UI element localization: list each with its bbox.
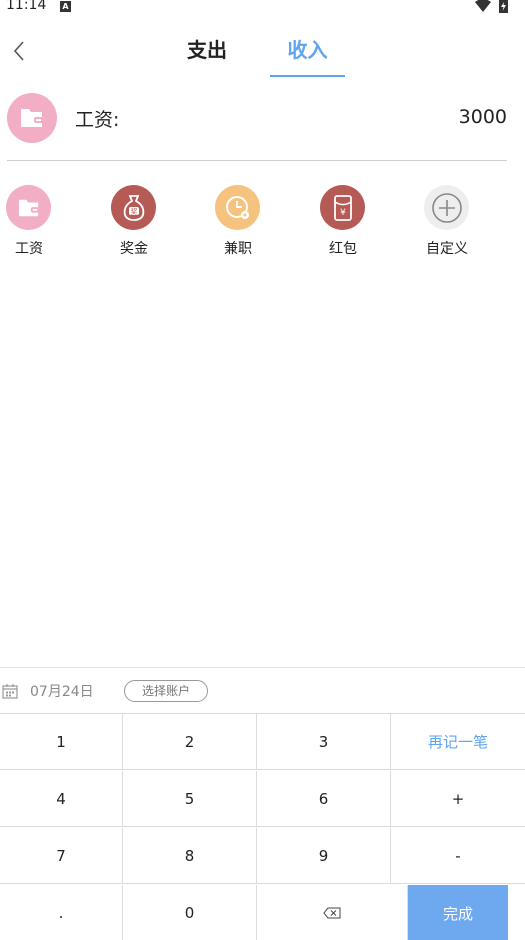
date-picker[interactable]: 07月24日: [2, 680, 94, 702]
calendar-icon: [2, 684, 18, 699]
category-custom[interactable]: 自定义: [412, 185, 482, 261]
status-time: 11:14: [6, 0, 47, 13]
selected-category-label: 工资:: [75, 109, 120, 131]
category-label: 奖金: [120, 241, 148, 257]
category-salary[interactable]: 工资: [0, 185, 64, 261]
key-3[interactable]: 3: [257, 714, 391, 770]
tab-expense[interactable]: 支出: [172, 28, 242, 78]
key-7[interactable]: 7: [0, 828, 123, 884]
tab-income[interactable]: 收入: [270, 28, 345, 78]
red-envelope-icon: ¥: [320, 185, 365, 230]
chevron-left-icon: [13, 41, 24, 61]
keypad: 1 2 3 再记一笔 4 5 6 + 7 8 9 - . 0 完成: [0, 713, 525, 940]
category-red-envelope[interactable]: ¥ 红包: [308, 185, 378, 261]
date-text: 07月24日: [30, 684, 94, 700]
key-dot[interactable]: .: [0, 885, 123, 940]
key-9[interactable]: 9: [257, 828, 391, 884]
done-button[interactable]: 完成: [408, 885, 508, 940]
category-label: 兼职: [224, 241, 252, 257]
svg-text:¥: ¥: [340, 208, 346, 218]
category-label: 红包: [329, 241, 357, 257]
battery-icon: [499, 0, 508, 17]
key-4[interactable]: 4: [0, 771, 123, 827]
tab-income-label: 收入: [287, 38, 328, 62]
tab-expense-label: 支出: [187, 38, 227, 62]
key-8[interactable]: 8: [123, 828, 257, 884]
key-0[interactable]: 0: [123, 885, 257, 940]
category-part-time[interactable]: 兼职: [203, 185, 273, 261]
backspace-icon: [323, 907, 341, 919]
backspace-button[interactable]: [257, 885, 408, 940]
category-label: 自定义: [426, 241, 468, 257]
wallet-icon: [6, 185, 51, 230]
category-label: 工资: [15, 241, 43, 257]
key-1[interactable]: 1: [0, 714, 123, 770]
notification-badge-icon: A: [60, 1, 71, 12]
selected-category-row: 工资: 3000: [0, 90, 525, 150]
key-minus[interactable]: -: [391, 828, 525, 884]
key-plus[interactable]: +: [391, 771, 525, 827]
money-bag-icon: 奖: [111, 185, 156, 230]
record-another-button[interactable]: 再记一笔: [391, 714, 525, 770]
divider: [7, 160, 507, 161]
amount-display: 3000: [458, 106, 507, 128]
back-button[interactable]: [6, 36, 32, 66]
wifi-icon: [475, 0, 491, 17]
plus-circle-icon: [424, 185, 469, 230]
clock-icon: [215, 185, 260, 230]
page: 11:14 A 支出 收入 工资: 3000 工资 奖 奖金 兼职 ¥ 红包 自…: [0, 0, 525, 940]
category-grid: 工资 奖 奖金 兼职 ¥ 红包 自定义: [0, 185, 525, 265]
active-tab-indicator: [270, 75, 345, 77]
input-bar: 07月24日 选择账户: [0, 667, 525, 714]
select-account-button[interactable]: 选择账户: [124, 680, 208, 702]
svg-text:奖: 奖: [130, 207, 137, 216]
key-5[interactable]: 5: [123, 771, 257, 827]
wallet-icon: [7, 93, 57, 143]
header: 支出 收入: [0, 28, 525, 78]
key-6[interactable]: 6: [257, 771, 391, 827]
category-bonus[interactable]: 奖 奖金: [99, 185, 169, 261]
key-2[interactable]: 2: [123, 714, 257, 770]
status-bar: 11:14 A: [0, 0, 525, 14]
